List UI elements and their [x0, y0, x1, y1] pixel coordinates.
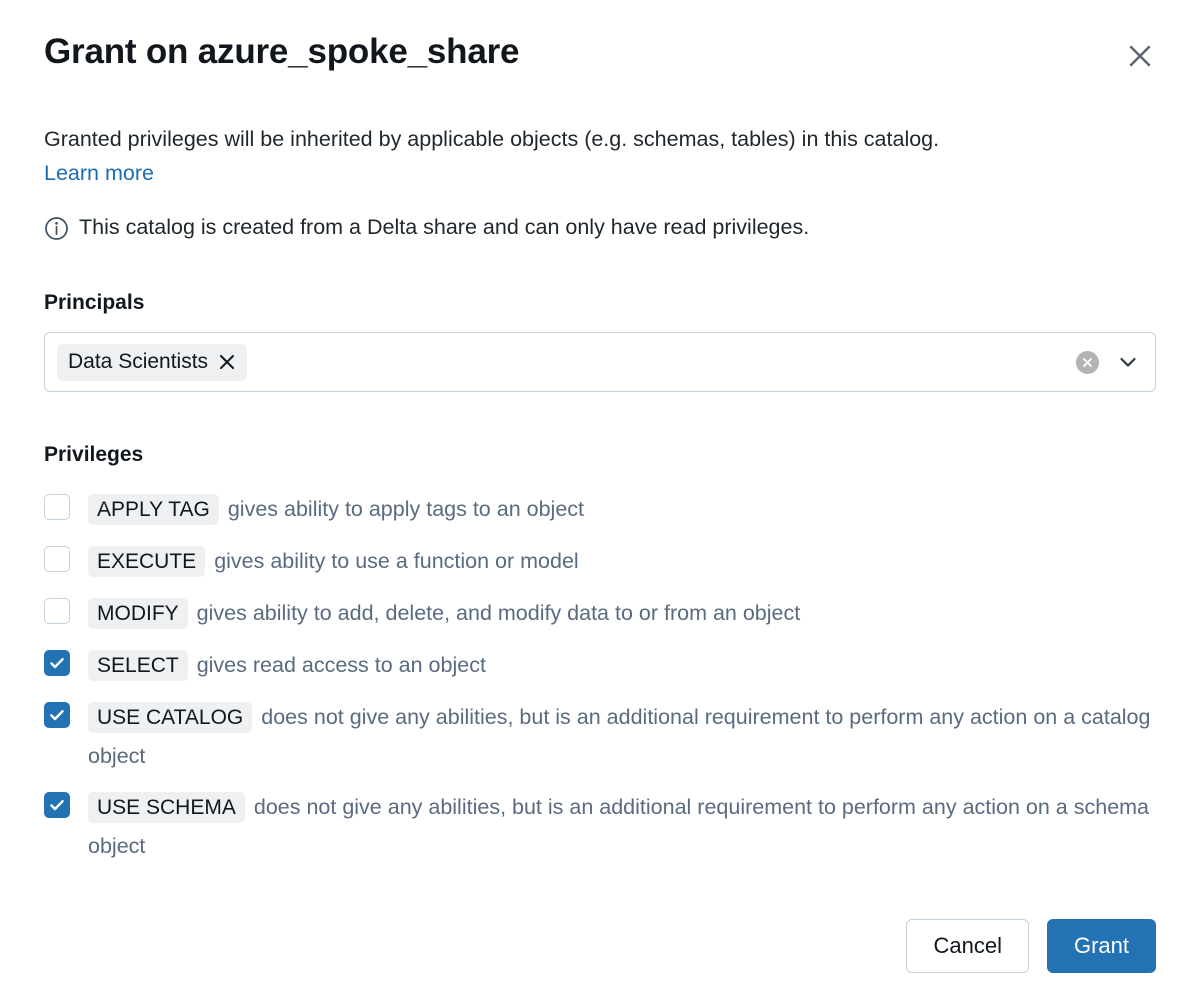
close-icon	[1127, 43, 1153, 69]
privilege-text: USE CATALOG does not give any abilities, …	[88, 698, 1156, 775]
check-icon	[50, 710, 64, 721]
privilege-text: EXECUTE gives ability to use a function o…	[88, 542, 1156, 581]
check-icon	[50, 658, 64, 669]
grant-dialog: Grant on azure_spoke_share Granted privi…	[0, 0, 1200, 999]
page-title: Grant on azure_spoke_share	[44, 32, 520, 71]
chevron-down-icon	[1117, 351, 1139, 373]
privilege-name: MODIFY	[88, 598, 188, 629]
expand-dropdown-button[interactable]	[1115, 349, 1141, 375]
privilege-row[interactable]: MODIFY gives ability to add, delete, and …	[44, 594, 1156, 633]
privilege-checkbox[interactable]	[44, 650, 70, 676]
privilege-name: EXECUTE	[88, 546, 206, 577]
privilege-row[interactable]: EXECUTE gives ability to use a function o…	[44, 542, 1156, 581]
privilege-description: gives read access to an object	[196, 653, 486, 677]
privilege-row[interactable]: USE SCHEMA does not give any abilities, b…	[44, 788, 1156, 865]
privilege-name: SELECT	[88, 650, 188, 681]
privilege-description: gives ability to apply tags to an object	[227, 497, 585, 521]
clear-selection-button[interactable]	[1076, 350, 1099, 374]
privilege-name: APPLY TAG	[88, 494, 219, 525]
close-button[interactable]	[1120, 36, 1160, 76]
principal-chip[interactable]: Data Scientists	[57, 343, 248, 381]
principals-label: Principals	[44, 291, 145, 314]
principals-chip-list: Data Scientists	[57, 343, 1076, 381]
dialog-footer: Cancel Grant	[906, 919, 1156, 973]
info-message: This catalog is created from a Delta sha…	[79, 215, 810, 239]
privilege-text: APPLY TAG gives ability to apply tags to …	[88, 490, 1156, 529]
clear-icon	[1081, 356, 1094, 369]
privilege-description: gives ability to add, delete, and modify…	[196, 601, 801, 625]
privilege-row[interactable]: SELECT gives read access to an object	[44, 646, 1156, 685]
privilege-checkbox[interactable]	[44, 494, 70, 520]
dialog-description: Granted privileges will be inherited by …	[44, 122, 1134, 190]
dialog-header: Grant on azure_spoke_share	[44, 0, 1156, 76]
grant-button[interactable]: Grant	[1046, 919, 1156, 973]
privileges-label: Privileges	[44, 443, 144, 466]
privilege-name: USE CATALOG	[88, 702, 253, 733]
check-icon	[50, 800, 64, 811]
info-icon	[44, 216, 69, 241]
privilege-checkbox[interactable]	[44, 792, 70, 818]
privilege-row[interactable]: USE CATALOG does not give any abilities, …	[44, 698, 1156, 775]
privilege-checkbox[interactable]	[44, 702, 70, 728]
description-text: Granted privileges will be inherited by …	[44, 127, 940, 151]
principals-select[interactable]: Data Scientists	[44, 332, 1156, 392]
info-callout: This catalog is created from a Delta sha…	[44, 212, 1156, 242]
principal-chip-label: Data Scientists	[68, 349, 209, 373]
chip-remove-icon[interactable]	[218, 353, 236, 371]
cancel-button[interactable]: Cancel	[906, 919, 1029, 973]
privilege-checkbox[interactable]	[44, 546, 70, 572]
privilege-name: USE SCHEMA	[88, 792, 245, 823]
learn-more-link[interactable]: Learn more	[44, 161, 154, 185]
privileges-list: APPLY TAG gives ability to apply tags to …	[44, 490, 1156, 865]
privilege-row[interactable]: APPLY TAG gives ability to apply tags to …	[44, 490, 1156, 529]
select-actions	[1076, 349, 1141, 375]
privilege-text: SELECT gives read access to an object	[88, 646, 1156, 685]
privilege-text: USE SCHEMA does not give any abilities, b…	[88, 788, 1156, 865]
privilege-description: gives ability to use a function or model	[214, 549, 579, 573]
privilege-checkbox[interactable]	[44, 598, 70, 624]
privilege-description: does not give any abilities, but is an a…	[88, 795, 1150, 858]
privilege-text: MODIFY gives ability to add, delete, and …	[88, 594, 1156, 633]
